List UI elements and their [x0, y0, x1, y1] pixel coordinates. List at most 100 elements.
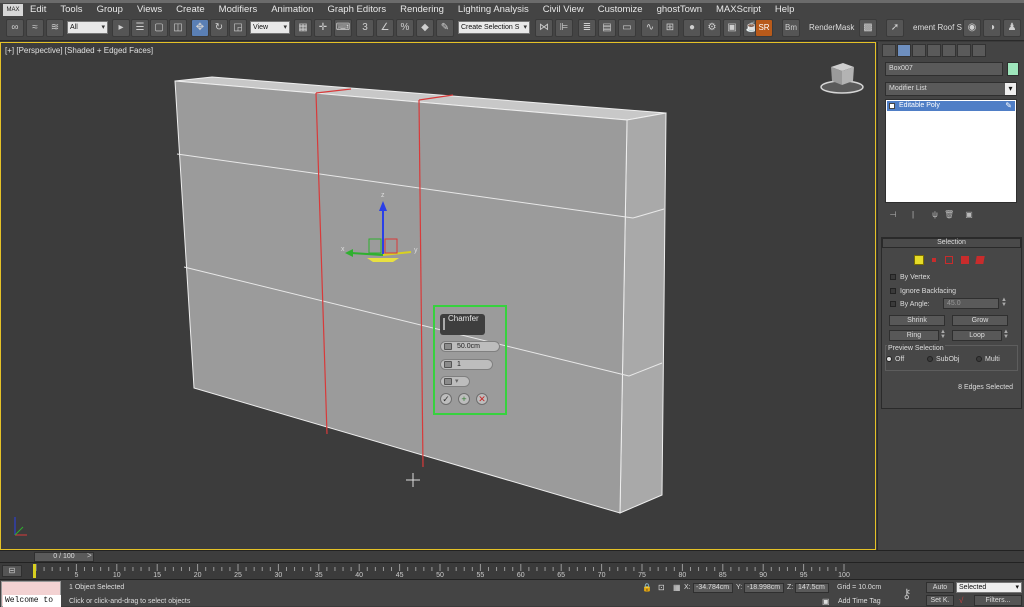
stack-item-editable-poly[interactable]: Editable Poly ✎ — [887, 101, 1015, 111]
grow-button[interactable]: Grow — [952, 315, 1008, 326]
absolute-mode-icon[interactable]: ▦ — [673, 583, 681, 592]
vertex-mode-icon[interactable] — [932, 258, 936, 262]
x-coordinate-field[interactable]: -34.784cm — [693, 583, 733, 593]
menu-ghosttown[interactable]: ghostTown — [650, 4, 709, 15]
sr-button[interactable]: SR — [755, 19, 773, 37]
menu-rendering[interactable]: Rendering — [393, 4, 451, 15]
by-vertex-checkbox[interactable]: By Vertex — [890, 274, 930, 281]
display-tab-icon[interactable] — [942, 44, 956, 57]
menu-graph-editors[interactable]: Graph Editors — [320, 4, 393, 15]
schematic-view-icon[interactable]: ⊞ — [661, 19, 679, 37]
by-angle-checkbox[interactable]: By Angle: — [890, 301, 930, 308]
key-filter-dropdown[interactable]: Selected ▾ — [956, 582, 1022, 593]
bm-button[interactable]: Bm — [782, 19, 800, 37]
expand-icon[interactable] — [889, 103, 895, 109]
chamfer-open-toggle[interactable]: ▾ — [440, 376, 470, 387]
pivot-center-icon[interactable]: ▦ — [294, 19, 312, 37]
y-coordinate-field[interactable]: -18.998cm — [744, 583, 784, 593]
edit-named-selection-icon[interactable]: ✎ — [436, 19, 454, 37]
snap-toggle-icon[interactable]: 3 — [356, 19, 374, 37]
window-crossing-icon[interactable]: ◫ — [169, 19, 187, 37]
preview-off-radio[interactable]: Off — [886, 356, 904, 363]
select-by-name-icon[interactable]: ☰ — [131, 19, 149, 37]
remove-modifier-icon[interactable]: 🗑 — [944, 210, 954, 220]
menu-views[interactable]: Views — [130, 4, 169, 15]
rendered-frame-icon[interactable]: ▣ — [723, 19, 741, 37]
ignore-backfacing-checkbox[interactable]: Ignore Backfacing — [890, 288, 956, 295]
maxscript-listener-text[interactable]: Welcome to — [3, 595, 61, 607]
key-icon[interactable]: ⚷ — [902, 586, 912, 602]
utilities-tab-icon[interactable] — [957, 44, 971, 57]
modifier-list-dropdown[interactable]: Modifier List ▾ — [885, 82, 1017, 96]
align-icon[interactable]: ⊫ — [555, 19, 573, 37]
app-logo[interactable]: MAX — [3, 3, 23, 16]
chamfer-amount-field[interactable]: 50.0cm — [440, 341, 500, 352]
angle-snap-icon[interactable]: ∠ — [376, 19, 394, 37]
chamfer-segments-field[interactable]: 1 — [440, 359, 493, 370]
menu-help[interactable]: Help — [768, 4, 802, 15]
menu-create[interactable]: Create — [169, 4, 212, 15]
rendermask-button[interactable]: RenderMask — [809, 23, 854, 32]
next-frame-button[interactable]: > — [87, 551, 92, 560]
layer-explorer-icon[interactable]: ≣ — [578, 19, 596, 37]
selection-rollout-title[interactable]: Selection — [882, 238, 1021, 248]
edge-mode-icon[interactable] — [914, 255, 924, 265]
menu-edit[interactable]: Edit — [23, 4, 53, 15]
render-icon[interactable]: ◑ — [983, 19, 1001, 37]
selection-filter-dropdown[interactable]: All — [67, 21, 108, 34]
auto-key-button[interactable]: Auto — [926, 582, 954, 593]
lock-icon[interactable]: 🔒 — [642, 583, 652, 592]
caddy-title[interactable]: Chamfer — [440, 314, 485, 335]
globe-icon[interactable]: ◉ — [963, 19, 981, 37]
check-icon[interactable]: ✓ — [440, 393, 452, 405]
loop-spinner-icon[interactable]: ▲ ▼ — [1003, 329, 1009, 341]
angle-spinner-icon[interactable]: ▲ ▼ — [1001, 297, 1007, 309]
modify-tab-icon[interactable] — [897, 44, 911, 57]
menu-animation[interactable]: Animation — [264, 4, 320, 15]
menu-modifiers[interactable]: Modifiers — [212, 4, 265, 15]
select-manipulate-icon[interactable]: ✛ — [314, 19, 332, 37]
reference-coord-dropdown[interactable]: View — [250, 21, 290, 34]
shrink-button[interactable]: Shrink — [889, 315, 945, 326]
modifier-stack[interactable]: Editable Poly ✎ — [885, 99, 1017, 203]
graphite-ribbon-icon[interactable]: ▭ — [618, 19, 636, 37]
named-selection-dropdown[interactable]: Create Selection S — [458, 21, 530, 34]
mini-curve-editor-icon[interactable]: ⊟ — [2, 565, 22, 577]
time-slider[interactable]: 0 / 100 > — [0, 550, 1024, 562]
bind-spacewarp-icon[interactable]: ≋ — [46, 19, 64, 37]
pin-stack-icon[interactable]: ⊣ — [888, 210, 898, 220]
make-unique-icon[interactable]: ψ — [930, 210, 940, 220]
select-object-icon[interactable]: ▸ — [112, 19, 130, 37]
border-mode-icon[interactable] — [945, 256, 953, 264]
shirt-icon[interactable]: ♟ — [1003, 19, 1021, 37]
menu-lighting-analysis[interactable]: Lighting Analysis — [451, 4, 536, 15]
menu-tools[interactable]: Tools — [53, 4, 89, 15]
angle-field[interactable]: 45.0 — [943, 298, 999, 309]
layer-manager-icon[interactable]: ▤ — [598, 19, 616, 37]
hammer-icon[interactable] — [972, 44, 986, 57]
maxscript-listener[interactable]: Welcome to — [1, 581, 61, 607]
menu-group[interactable]: Group — [90, 4, 130, 15]
polygon-mode-icon[interactable] — [961, 256, 969, 264]
spinner-snap-icon[interactable]: ◆ — [416, 19, 434, 37]
element-roof-button[interactable]: ement Roof S — [913, 23, 962, 32]
mirror-icon[interactable]: ⋈ — [535, 19, 553, 37]
element-mode-icon[interactable] — [975, 256, 985, 264]
hierarchy-tab-icon[interactable] — [912, 44, 926, 57]
perspective-viewport[interactable]: [+] [Perspective] [Shaded + Edged Faces]… — [0, 42, 876, 550]
select-rotate-icon[interactable]: ↻ — [210, 19, 228, 37]
loop-button[interactable]: Loop — [952, 330, 1002, 341]
menu-maxscript[interactable]: MAXScript — [709, 4, 768, 15]
preview-multi-radio[interactable]: Multi — [976, 356, 1000, 363]
preview-subobj-radio[interactable]: SubObj — [927, 356, 959, 363]
cancel-icon[interactable]: ✕ — [476, 393, 488, 405]
unlink-icon[interactable]: ≈ — [26, 19, 44, 37]
add-time-tag-button[interactable]: Add Time Tag — [838, 598, 881, 605]
keyboard-shortcut-icon[interactable]: ⌨ — [334, 19, 352, 37]
filters-button[interactable]: Filters... — [974, 595, 1022, 606]
configure-sets-icon[interactable]: ▣ — [964, 210, 974, 220]
material-editor-icon[interactable]: ● — [683, 19, 701, 37]
object-name-field[interactable]: Box007 — [885, 62, 1003, 76]
create-tab-icon[interactable] — [882, 44, 896, 57]
percent-snap-icon[interactable]: % — [396, 19, 414, 37]
